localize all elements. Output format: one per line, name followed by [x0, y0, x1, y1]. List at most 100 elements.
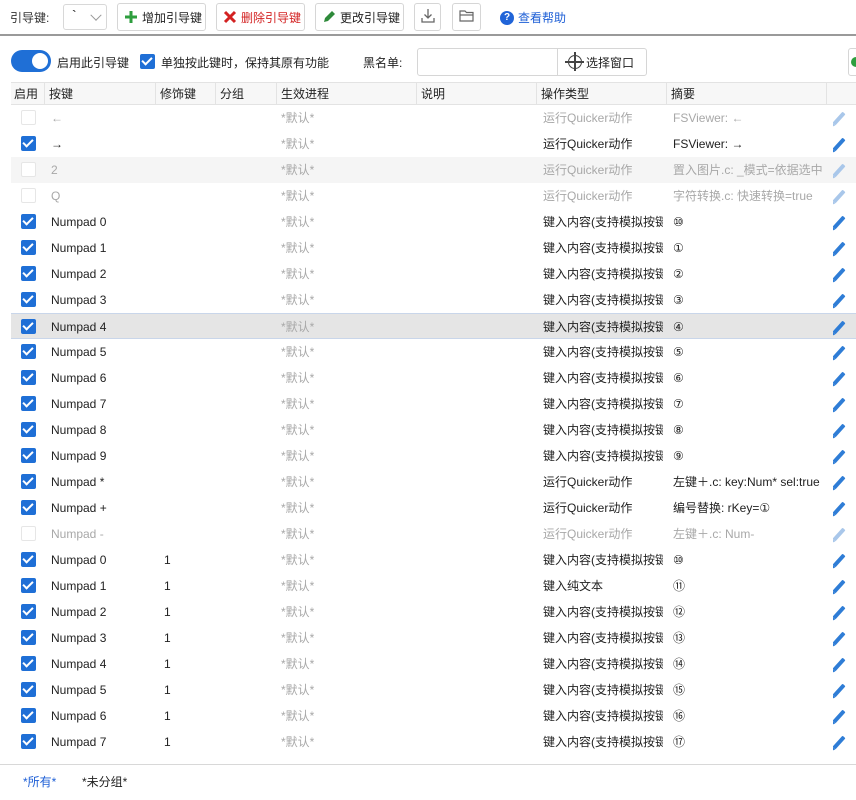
edit-button[interactable]	[833, 651, 853, 677]
table-row[interactable]: Numpad 2 *默认* 键入内容(支持模拟按键) ②	[11, 261, 856, 287]
enabled-checkbox[interactable]	[21, 240, 36, 255]
table-row[interactable]: Numpad - *默认* 运行Quicker动作 左键＋.c: Num-	[11, 521, 856, 547]
enabled-checkbox[interactable]	[21, 188, 36, 203]
edit-button[interactable]	[833, 599, 853, 625]
enabled-checkbox[interactable]	[21, 500, 36, 515]
edit-leader-key-button[interactable]: 更改引导键	[315, 3, 404, 31]
table-row[interactable]: Numpad 7 1 *默认* 键入内容(支持模拟按键) ⑰	[11, 729, 856, 755]
edit-button[interactable]	[833, 677, 853, 703]
edit-button[interactable]	[833, 573, 853, 599]
edit-button[interactable]	[833, 287, 853, 313]
enabled-checkbox[interactable]	[21, 526, 36, 541]
edit-button[interactable]	[833, 157, 853, 183]
table-row[interactable]: Numpad 4 1 *默认* 键入内容(支持模拟按键) ⑭	[11, 651, 856, 677]
enabled-cell	[11, 157, 45, 183]
edit-button[interactable]	[833, 314, 853, 340]
edit-button[interactable]	[833, 365, 853, 391]
edit-button[interactable]	[833, 729, 853, 755]
enabled-checkbox[interactable]	[21, 292, 36, 307]
edit-button[interactable]	[833, 105, 853, 131]
enabled-checkbox[interactable]	[21, 136, 36, 151]
edit-button[interactable]	[833, 235, 853, 261]
enabled-checkbox[interactable]	[21, 370, 36, 385]
blacklist-input[interactable]	[417, 48, 558, 76]
enabled-checkbox[interactable]	[21, 110, 36, 125]
enabled-checkbox[interactable]	[21, 474, 36, 489]
open-folder-button[interactable]	[452, 3, 481, 31]
tab-ungrouped[interactable]: *未分组*	[82, 773, 127, 790]
table-row[interactable]: Numpad 0 1 *默认* 键入内容(支持模拟按键) ⑩	[11, 547, 856, 573]
table-row[interactable]: Numpad 4 *默认* 键入内容(支持模拟按键) ④	[11, 313, 856, 339]
table-row[interactable]: Numpad 6 1 *默认* 键入内容(支持模拟按键) ⑯	[11, 703, 856, 729]
edit-button[interactable]	[833, 261, 853, 287]
enabled-checkbox[interactable]	[21, 448, 36, 463]
edit-button[interactable]	[833, 521, 853, 547]
table-row[interactable]: Q *默认* 运行Quicker动作 字符转换.c: 快速转换=true	[11, 183, 856, 209]
enabled-checkbox[interactable]	[21, 578, 36, 593]
enable-toggle[interactable]	[11, 50, 51, 72]
column-header-action-type[interactable]: 操作类型	[537, 83, 667, 105]
edit-button[interactable]	[833, 547, 853, 573]
select-window-button[interactable]: 选择窗口	[557, 48, 647, 76]
tab-all[interactable]: *所有*	[23, 773, 56, 790]
leader-key-dropdown[interactable]: `	[63, 4, 107, 30]
table-row[interactable]: 2 *默认* 运行Quicker动作 置入图片.c: _模式=依据选中	[11, 157, 856, 183]
side-button[interactable]	[848, 48, 856, 76]
column-header-enabled[interactable]: 启用	[11, 83, 45, 105]
edit-button[interactable]	[833, 625, 853, 651]
edit-button[interactable]	[833, 703, 853, 729]
enabled-checkbox[interactable]	[21, 162, 36, 177]
table-row[interactable]: Numpad 5 *默认* 键入内容(支持模拟按键) ⑤	[11, 339, 856, 365]
enabled-checkbox[interactable]	[21, 604, 36, 619]
edit-button[interactable]	[833, 131, 853, 157]
enabled-checkbox[interactable]	[21, 734, 36, 749]
column-header-process[interactable]: 生效进程	[277, 83, 417, 105]
enabled-checkbox[interactable]	[21, 682, 36, 697]
table-row[interactable]: → *默认* 运行Quicker动作 FSViewer: →	[11, 131, 856, 157]
edit-button[interactable]	[833, 495, 853, 521]
table-row[interactable]: Numpad + *默认* 运行Quicker动作 编号替换: rKey=①	[11, 495, 856, 521]
keep-original-checkbox[interactable]	[140, 54, 155, 69]
enabled-checkbox[interactable]	[21, 319, 36, 334]
table-row[interactable]: Numpad 6 *默认* 键入内容(支持模拟按键) ⑥	[11, 365, 856, 391]
column-header-summary[interactable]: 摘要	[667, 83, 827, 105]
table-row[interactable]: Numpad 3 *默认* 键入内容(支持模拟按键) ③	[11, 287, 856, 313]
description-cell	[416, 365, 536, 391]
enabled-checkbox[interactable]	[21, 266, 36, 281]
table-row[interactable]: Numpad 1 *默认* 键入内容(支持模拟按键) ①	[11, 235, 856, 261]
enabled-checkbox[interactable]	[21, 422, 36, 437]
enabled-checkbox[interactable]	[21, 708, 36, 723]
table-row[interactable]: Numpad 9 *默认* 键入内容(支持模拟按键) ⑨	[11, 443, 856, 469]
table-row[interactable]: Numpad 1 1 *默认* 键入纯文本 ⑪	[11, 573, 856, 599]
edit-button[interactable]	[833, 391, 853, 417]
help-link[interactable]: ? 查看帮助	[500, 9, 566, 26]
edit-button[interactable]	[833, 209, 853, 235]
table-row[interactable]: Numpad * *默认* 运行Quicker动作 左键＋.c: key:Num* s…	[11, 469, 856, 495]
edit-button[interactable]	[833, 183, 853, 209]
enabled-checkbox[interactable]	[21, 552, 36, 567]
table-row[interactable]: Numpad 2 1 *默认* 键入内容(支持模拟按键) ⑫	[11, 599, 856, 625]
enabled-checkbox[interactable]	[21, 630, 36, 645]
column-header-modifier[interactable]: 修饰键	[156, 83, 216, 105]
table-row[interactable]: Numpad 3 1 *默认* 键入内容(支持模拟按键) ⑬	[11, 625, 856, 651]
edit-button[interactable]	[833, 339, 853, 365]
column-header-group[interactable]: 分组	[216, 83, 277, 105]
import-button[interactable]	[414, 3, 441, 31]
enabled-checkbox[interactable]	[21, 214, 36, 229]
delete-leader-key-button[interactable]: 删除引导键	[216, 3, 305, 31]
add-leader-key-button[interactable]: 增加引导键	[117, 3, 206, 31]
modifier-cell	[160, 105, 216, 131]
edit-button[interactable]	[833, 417, 853, 443]
table-row[interactable]: Numpad 7 *默认* 键入内容(支持模拟按键) ⑦	[11, 391, 856, 417]
enabled-checkbox[interactable]	[21, 396, 36, 411]
edit-button[interactable]	[833, 469, 853, 495]
enabled-checkbox[interactable]	[21, 344, 36, 359]
edit-button[interactable]	[833, 443, 853, 469]
table-row[interactable]: Numpad 0 *默认* 键入内容(支持模拟按键) ⑩	[11, 209, 856, 235]
table-row[interactable]: Numpad 8 *默认* 键入内容(支持模拟按键) ⑧	[11, 417, 856, 443]
table-row[interactable]: Numpad 5 1 *默认* 键入内容(支持模拟按键) ⑮	[11, 677, 856, 703]
column-header-key[interactable]: 按键	[45, 83, 156, 105]
table-row[interactable]: ← *默认* 运行Quicker动作 FSViewer: ←	[11, 105, 856, 131]
enabled-checkbox[interactable]	[21, 656, 36, 671]
column-header-description[interactable]: 说明	[417, 83, 537, 105]
